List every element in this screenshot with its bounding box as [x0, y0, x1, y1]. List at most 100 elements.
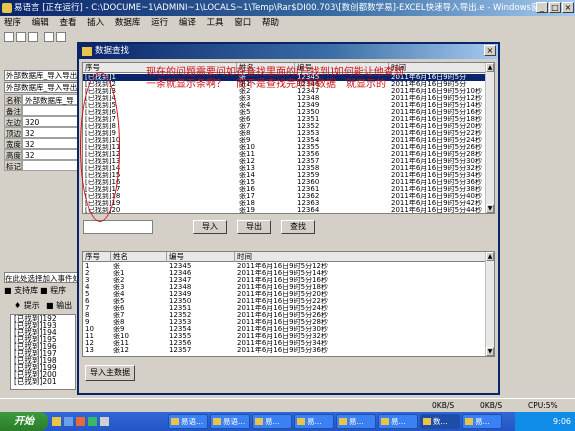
- prop-row[interactable]: 左边 320: [4, 116, 80, 127]
- dialog-icon: [82, 47, 92, 56]
- close-button[interactable]: ×: [562, 2, 574, 13]
- menu-database[interactable]: 数据库: [111, 16, 145, 30]
- taskbar-item-active[interactable]: 数...: [420, 414, 460, 429]
- menu-tools[interactable]: 工具: [203, 16, 228, 30]
- menu-edit[interactable]: 编辑: [28, 16, 53, 30]
- taskbar-item[interactable]: 易语...: [168, 414, 208, 429]
- dialog-title-bar[interactable]: 数据查找 ×: [79, 44, 498, 59]
- main-window-title-text: 易语言 [正在运行] - C:\DOCUME~1\ADMINI~1\LOCALS…: [14, 3, 565, 13]
- prop-value[interactable]: 外部数据库_导入导: [22, 94, 80, 116]
- col-header[interactable]: 时间: [235, 252, 487, 262]
- prop-key: 宽度: [4, 138, 22, 149]
- tab-hint[interactable]: ♦ 提示: [14, 300, 40, 312]
- main-window-title: 易语言 [正在运行] - C:\DOCUME~1\ADMINI~1\LOCALS…: [0, 0, 575, 16]
- quick-launch-icon[interactable]: [88, 417, 97, 426]
- menu-window[interactable]: 窗口: [230, 16, 255, 30]
- data-grid[interactable]: 序号 姓名 编号 时间 1 张 12345 2011年6月16日9时5分12秒 2 张1 1…: [82, 251, 495, 357]
- search-input[interactable]: [83, 220, 153, 234]
- tab-output[interactable]: ■ 输出: [46, 300, 72, 312]
- object-selector[interactable]: 外部数据库_导入导出 (外: [4, 70, 80, 81]
- prop-value[interactable]: 32: [22, 149, 80, 160]
- vertical-scrollbar[interactable]: ▲ ▼: [485, 252, 494, 356]
- taskbar-item[interactable]: 易...: [462, 414, 502, 429]
- taskbar-item-label: 易...: [265, 417, 280, 426]
- col-header[interactable]: 编号: [167, 252, 235, 262]
- prop-row[interactable]: 高度 32: [4, 149, 80, 160]
- prop-value[interactable]: [22, 160, 80, 171]
- status-bar: 0KB/S 0KB/S CPU:5%: [0, 398, 575, 412]
- net-tx-status: 0KB/S: [480, 401, 503, 410]
- prop-value[interactable]: 320: [22, 116, 80, 127]
- tab-output-label: 输出: [56, 301, 73, 310]
- prop-key: 标记: [4, 160, 22, 171]
- cpu-status: CPU:5%: [528, 401, 558, 410]
- clock[interactable]: 9:06: [553, 417, 571, 426]
- net-rx-status: 0KB/S: [432, 401, 455, 410]
- menu-program[interactable]: 程序: [0, 16, 25, 30]
- copy-icon[interactable]: [56, 32, 66, 42]
- taskbar-item[interactable]: 易...: [252, 414, 292, 429]
- object-selector-2[interactable]: 外部数据库_导入导出: [4, 82, 80, 93]
- annotation-oval: [80, 72, 120, 222]
- quick-launch-icon[interactable]: [76, 417, 85, 426]
- event-selector[interactable]: 在此处选择加入事件处理: [4, 272, 80, 283]
- cut-icon[interactable]: [44, 32, 54, 42]
- menu-help[interactable]: 帮助: [258, 16, 283, 30]
- table-cell: 张12: [113, 347, 129, 354]
- prop-row[interactable]: 备注: [4, 105, 80, 116]
- prop-row[interactable]: 标记: [4, 160, 80, 171]
- system-tray: 9:06: [515, 412, 575, 431]
- output-tabs: ♦ 提示 ■ 输出: [0, 300, 80, 312]
- open-file-icon[interactable]: [16, 32, 26, 42]
- menu-compile[interactable]: 编译: [175, 16, 200, 30]
- quick-launch-icon[interactable]: [64, 417, 73, 426]
- taskbar-item-label: 易...: [349, 417, 364, 426]
- col-header[interactable]: 序号: [83, 252, 111, 262]
- menu-run[interactable]: 运行: [147, 16, 172, 30]
- app-icon: [2, 3, 12, 13]
- taskbar-item[interactable]: 易...: [294, 414, 334, 429]
- table-row[interactable]: [已找到]20 张19 12364 2011年6月16日9时5分44秒: [83, 207, 487, 214]
- find-button[interactable]: 查找: [281, 220, 315, 234]
- prop-key: 左边: [4, 116, 22, 127]
- scroll-down-icon[interactable]: ▼: [486, 204, 494, 213]
- tab-hint-label: 提示: [23, 301, 40, 310]
- taskbar-item[interactable]: 易语...: [210, 414, 250, 429]
- table-row[interactable]: 13 张12 12357 2011年6月16日9时5分36秒: [83, 347, 487, 354]
- taskbar-item[interactable]: 易...: [336, 414, 376, 429]
- tab-program[interactable]: ■ 程序: [40, 285, 80, 296]
- scroll-up-icon[interactable]: ▲: [486, 252, 494, 261]
- export-button[interactable]: 导出: [237, 220, 271, 234]
- import-button[interactable]: 导入: [193, 220, 227, 234]
- taskbar-item[interactable]: 易...: [378, 414, 418, 429]
- start-button[interactable]: 开始: [0, 412, 48, 431]
- prop-value[interactable]: [22, 105, 80, 116]
- scroll-up-icon[interactable]: ▲: [486, 63, 494, 72]
- import-main-data-button[interactable]: 导入主数据: [85, 365, 135, 381]
- scroll-down-icon[interactable]: ▼: [486, 347, 494, 356]
- menu-insert[interactable]: 插入: [83, 16, 108, 30]
- dialog-close-button[interactable]: ×: [484, 45, 496, 56]
- prop-value[interactable]: 32: [22, 138, 80, 149]
- toolbar: [0, 30, 80, 44]
- quick-launch-icon[interactable]: [100, 417, 109, 426]
- new-file-icon[interactable]: [4, 32, 14, 42]
- dialog-title: 数据查找: [95, 46, 130, 56]
- table-cell: 2011年6月16日9时5分44秒: [391, 207, 482, 214]
- quick-launch-icon[interactable]: [52, 417, 61, 426]
- vertical-scrollbar[interactable]: ▲ ▼: [485, 63, 494, 213]
- maximize-button[interactable]: □: [549, 2, 561, 13]
- taskbar-item-label: 易...: [475, 417, 490, 426]
- prop-row[interactable]: 名称外部数据库_导入导: [4, 94, 80, 116]
- minimize-button[interactable]: _: [536, 2, 548, 13]
- save-icon[interactable]: [28, 32, 38, 42]
- prop-key: 顶边: [4, 127, 22, 138]
- menu-view[interactable]: 查看: [55, 16, 80, 30]
- prop-value[interactable]: 32: [22, 127, 80, 138]
- col-header[interactable]: 姓名: [111, 252, 167, 262]
- tab-support-lib[interactable]: ■ 支持库: [4, 285, 40, 296]
- prop-row[interactable]: 宽度 32: [4, 138, 80, 149]
- taskbar-item-label: 易...: [307, 417, 322, 426]
- prop-row[interactable]: 顶边 32: [4, 127, 80, 138]
- output-list[interactable]: [已找到]192 [已找到]193 [已找到]194 [已找到]195 [已找到…: [10, 314, 76, 390]
